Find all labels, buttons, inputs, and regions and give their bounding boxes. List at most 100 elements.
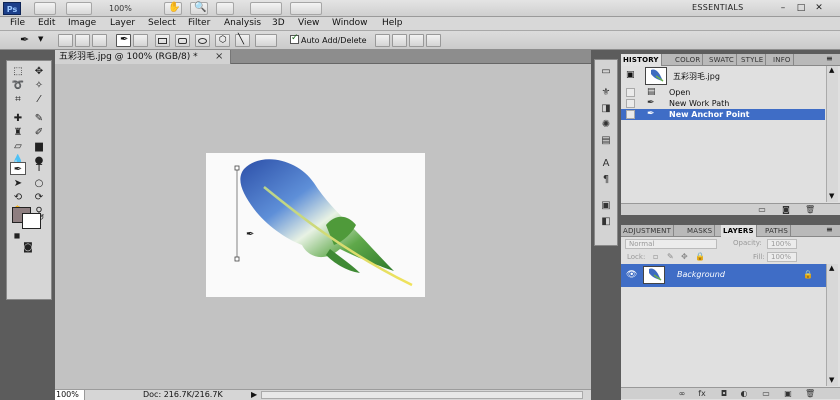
gradient-tool-icon[interactable]: ▆ [31, 140, 47, 153]
new-layer-icon[interactable]: ▣ [783, 389, 793, 398]
path-subtract-button[interactable] [392, 34, 407, 47]
eye-icon[interactable]: 👁 [626, 270, 637, 280]
dock-tool-presets-icon[interactable]: ◨ [599, 103, 613, 115]
fill-pixels-button[interactable] [92, 34, 107, 47]
pen-tool-icon[interactable]: ✒ [10, 162, 26, 175]
freeform-pen-button[interactable] [133, 34, 148, 47]
screen-mode-button[interactable] [290, 2, 322, 15]
eraser-tool-icon[interactable]: ▱ [10, 140, 26, 153]
blend-mode-select[interactable]: Normal [625, 239, 717, 249]
new-group-icon[interactable]: ▭ [761, 389, 771, 398]
eyedropper-icon[interactable]: ⁄ [31, 93, 47, 106]
tab-masks[interactable]: MASKS [685, 225, 716, 237]
tab-swatches[interactable]: SWATC [707, 54, 737, 66]
line-shape-button[interactable]: ╲ [235, 34, 250, 47]
scroll-up-icon[interactable]: ▲ [829, 66, 834, 74]
menu-window[interactable]: Window [332, 18, 368, 28]
dock-notes-icon[interactable]: ▤ [599, 135, 613, 147]
add-mask-icon[interactable]: ◘ [719, 389, 729, 398]
history-item-new-anchor-point[interactable]: ✒ New Anchor Point [621, 109, 825, 120]
link-layers-icon[interactable]: ∞ [677, 389, 687, 398]
path-exclude-button[interactable] [426, 34, 441, 47]
pen-tool-button[interactable]: ✒ [116, 34, 131, 47]
tab-color[interactable]: COLOR [673, 54, 704, 66]
tab-history[interactable]: HISTORY [621, 54, 662, 66]
history-scrollbar[interactable]: ▲ ▼ [826, 66, 838, 202]
dock-brushes-icon[interactable]: ✺ [599, 119, 613, 131]
menu-3d[interactable]: 3D [272, 18, 285, 28]
brush-tool-icon[interactable]: ✎ [31, 112, 47, 125]
clone-stamp-icon[interactable]: ♜ [10, 126, 26, 139]
pen-tool-preset-icon[interactable]: ✒ [20, 33, 29, 46]
rotate-view-button[interactable] [216, 2, 234, 15]
lock-transparent-icon[interactable]: ▫ [653, 252, 658, 261]
menu-view[interactable]: View [298, 18, 319, 28]
dock-paragraph-icon[interactable]: ¶ [599, 174, 613, 186]
menu-file[interactable]: File [10, 18, 25, 28]
panel-menu-icon[interactable]: ≡ [826, 54, 833, 63]
close-document-icon[interactable]: × [215, 50, 223, 64]
history-item-new-work-path[interactable]: ✒ New Work Path [621, 98, 825, 109]
dock-clone-source-icon[interactable]: ⚜ [599, 87, 613, 99]
3d-rotate-icon[interactable]: ⟲ [10, 191, 26, 204]
fill-field[interactable]: 100% [767, 252, 797, 262]
layer-row-background[interactable]: 👁 Background 🔒 [621, 264, 826, 287]
tab-paths[interactable]: PATHS [763, 225, 792, 237]
tab-info[interactable]: INFO [771, 54, 794, 66]
zoom-tool-button[interactable]: 🔍 [190, 2, 208, 15]
lock-image-icon[interactable]: ✎ [667, 252, 674, 261]
scroll-down-icon[interactable]: ▼ [829, 192, 834, 200]
dock-mini-bridge-icon[interactable]: ▭ [599, 66, 613, 78]
auto-add-delete-checkbox[interactable] [290, 33, 299, 44]
workspace-switcher[interactable]: ESSENTIALS [692, 3, 744, 12]
opacity-field[interactable]: 100% [767, 239, 797, 249]
history-source-box[interactable] [626, 99, 635, 108]
lock-position-icon[interactable]: ✥ [681, 252, 688, 261]
path-combine-button[interactable] [375, 34, 390, 47]
horizontal-scrollbar[interactable] [261, 391, 583, 399]
polygon-shape-button[interactable]: ⬡ [215, 34, 230, 47]
type-tool-icon[interactable]: T [31, 162, 47, 175]
move-tool-icon[interactable]: ✥ [31, 65, 47, 78]
history-source-box[interactable] [626, 88, 635, 97]
scroll-up-icon[interactable]: ▲ [829, 264, 834, 272]
ellipse-tool-icon[interactable]: ○ [31, 177, 47, 190]
delete-layer-icon[interactable]: 🗑 [805, 389, 815, 398]
delete-state-icon[interactable]: 🗑 [805, 205, 815, 214]
paths-mode-button[interactable] [75, 34, 90, 47]
bridge-launch-button[interactable] [34, 2, 56, 15]
menu-analysis[interactable]: Analysis [224, 18, 261, 28]
quick-mask-icon[interactable]: ◙ [20, 241, 36, 254]
layer-style-icon[interactable]: fx [697, 389, 707, 398]
background-color-swatch[interactable] [22, 213, 41, 229]
arrange-documents-button[interactable] [250, 2, 282, 15]
path-selection-icon[interactable]: ➤ [10, 177, 26, 190]
layers-scrollbar[interactable]: ▲ ▼ [826, 264, 838, 386]
layers-panel-menu-icon[interactable]: ≡ [826, 225, 833, 234]
rectangle-shape-button[interactable] [155, 34, 170, 47]
status-zoom-field[interactable]: 100% [55, 390, 85, 400]
history-snapshot[interactable]: ▣ 五彩羽毛.jpg [621, 66, 825, 86]
dock-navigator-icon[interactable]: ▣ [599, 200, 613, 212]
3d-orbit-icon[interactable]: ⟳ [31, 191, 47, 204]
restore-button[interactable]: □ [794, 2, 808, 14]
menu-filter[interactable]: Filter [188, 18, 210, 28]
tab-adjustments[interactable]: ADJUSTMENT [621, 225, 675, 237]
minimize-button[interactable]: – [776, 2, 790, 14]
extras-menu-button[interactable] [66, 2, 92, 15]
document-tab[interactable]: 五彩羽毛.jpg @ 100% (RGB/8) * × [55, 50, 231, 64]
rounded-rectangle-button[interactable] [175, 34, 190, 47]
dock-actions-icon[interactable]: ◧ [599, 216, 613, 228]
new-snapshot-icon[interactable]: ◙ [781, 205, 791, 214]
menu-help[interactable]: Help [382, 18, 403, 28]
canvas-area[interactable]: ✒ [55, 64, 591, 389]
feather-image[interactable]: ✒ [206, 153, 425, 297]
healing-brush-icon[interactable]: ✚ [10, 112, 26, 125]
history-item-open[interactable]: ▤ Open [621, 87, 825, 98]
menu-image[interactable]: Image [68, 18, 96, 28]
magic-wand-icon[interactable]: ✧ [31, 79, 47, 92]
status-menu-arrow-icon[interactable]: ▶ [251, 390, 257, 400]
auto-add-delete-option[interactable]: Auto Add/Delete [290, 33, 367, 45]
menu-select[interactable]: Select [148, 18, 176, 28]
new-document-from-state-icon[interactable]: ▭ [757, 205, 767, 214]
